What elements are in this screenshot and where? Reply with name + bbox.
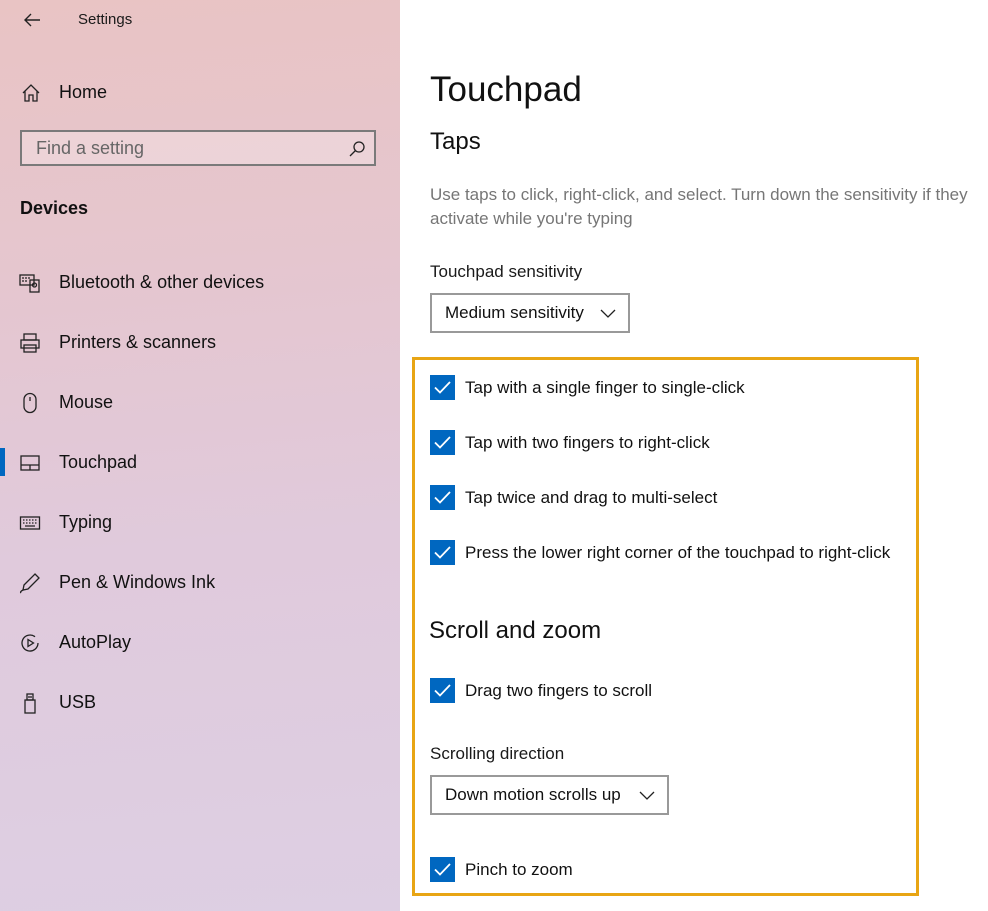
checkbox-label: Tap with a single finger to single-click [465, 378, 745, 397]
usb-icon [24, 693, 36, 714]
sidebar-item-label: Mouse [59, 392, 114, 412]
check-icon [434, 381, 451, 394]
checkbox-label: Tap twice and drag to multi-select [465, 488, 718, 507]
scroll-direction-value: Down motion scrolls up [445, 785, 621, 804]
sidebar-item-label: Typing [59, 512, 113, 532]
checkbox-label: Pinch to zoom [465, 860, 573, 879]
sidebar-item-autoplay[interactable]: AutoPlay [0, 622, 400, 662]
check-icon [434, 546, 451, 559]
scroll-direction-dropdown[interactable]: Down motion scrolls up [430, 775, 669, 815]
checkbox[interactable] [430, 375, 455, 400]
home-link[interactable]: Home [0, 74, 400, 110]
checkbox-label: Press the lower right corner of the touc… [465, 543, 891, 562]
sidebar-item-typing[interactable]: Typing [0, 502, 400, 542]
checkbox[interactable] [430, 540, 455, 565]
sidebar-item-label: Pen & Windows Ink [59, 572, 216, 592]
taps-heading: Taps [430, 128, 481, 155]
check-icon [434, 436, 451, 449]
search-box[interactable] [20, 130, 376, 166]
check-icon [434, 684, 451, 697]
bluetooth-devices-icon [19, 274, 40, 293]
home-icon [22, 84, 40, 102]
autoplay-icon [21, 634, 39, 652]
taps-description: Use taps to click, right-click, and sele… [430, 185, 968, 228]
back-button[interactable] [18, 6, 46, 34]
check-icon [434, 863, 451, 876]
checkbox[interactable] [430, 485, 455, 510]
scroll-direction-label: Scrolling direction [430, 744, 565, 763]
sensitivity-label: Touchpad sensitivity [430, 262, 583, 281]
pen-icon [19, 573, 40, 594]
keyboard-icon [19, 516, 41, 530]
printer-icon [20, 333, 40, 353]
sidebar: Settings Home Devices Bluetooth & other … [0, 0, 400, 911]
chevron-down-icon [600, 309, 616, 318]
mouse-icon [23, 392, 37, 414]
back-arrow-icon [24, 13, 40, 27]
search-icon[interactable] [348, 140, 366, 158]
checkbox[interactable] [430, 857, 455, 882]
checkbox-label: Drag two fingers to scroll [465, 681, 653, 700]
sidebar-item-label: AutoPlay [59, 632, 132, 652]
home-label: Home [59, 82, 108, 102]
sensitivity-dropdown[interactable]: Medium sensitivity [430, 293, 630, 333]
checkbox[interactable] [430, 430, 455, 455]
sensitivity-value: Medium sensitivity [445, 303, 584, 322]
sidebar-item-label: Touchpad [59, 452, 138, 472]
sidebar-item-mouse[interactable]: Mouse [0, 382, 400, 422]
check-icon [434, 491, 451, 504]
sidebar-item-label: USB [59, 692, 97, 712]
sidebar-item-printers[interactable]: Printers & scanners [0, 322, 400, 362]
sidebar-item-pen[interactable]: Pen & Windows Ink [0, 562, 400, 602]
section-title: Devices [20, 198, 89, 218]
selection-indicator [0, 448, 5, 476]
touchpad-icon [20, 455, 40, 471]
sidebar-item-bluetooth[interactable]: Bluetooth & other devices [0, 262, 400, 302]
chevron-down-icon [639, 791, 655, 800]
scroll-zoom-heading: Scroll and zoom [429, 617, 602, 644]
checkbox[interactable] [430, 678, 455, 703]
sidebar-item-usb[interactable]: USB [0, 682, 400, 722]
sidebar-item-touchpad[interactable]: Touchpad [0, 442, 400, 482]
sidebar-item-label: Printers & scanners [59, 332, 217, 352]
app-title: Settings [78, 11, 133, 28]
main-content: Touchpad Taps Use taps to click, right-c… [400, 0, 988, 911]
page-title: Touchpad [430, 70, 582, 109]
checkbox-label: Tap with two fingers to right-click [465, 433, 710, 452]
search-input[interactable] [22, 132, 342, 164]
sidebar-item-label: Bluetooth & other devices [59, 272, 265, 292]
